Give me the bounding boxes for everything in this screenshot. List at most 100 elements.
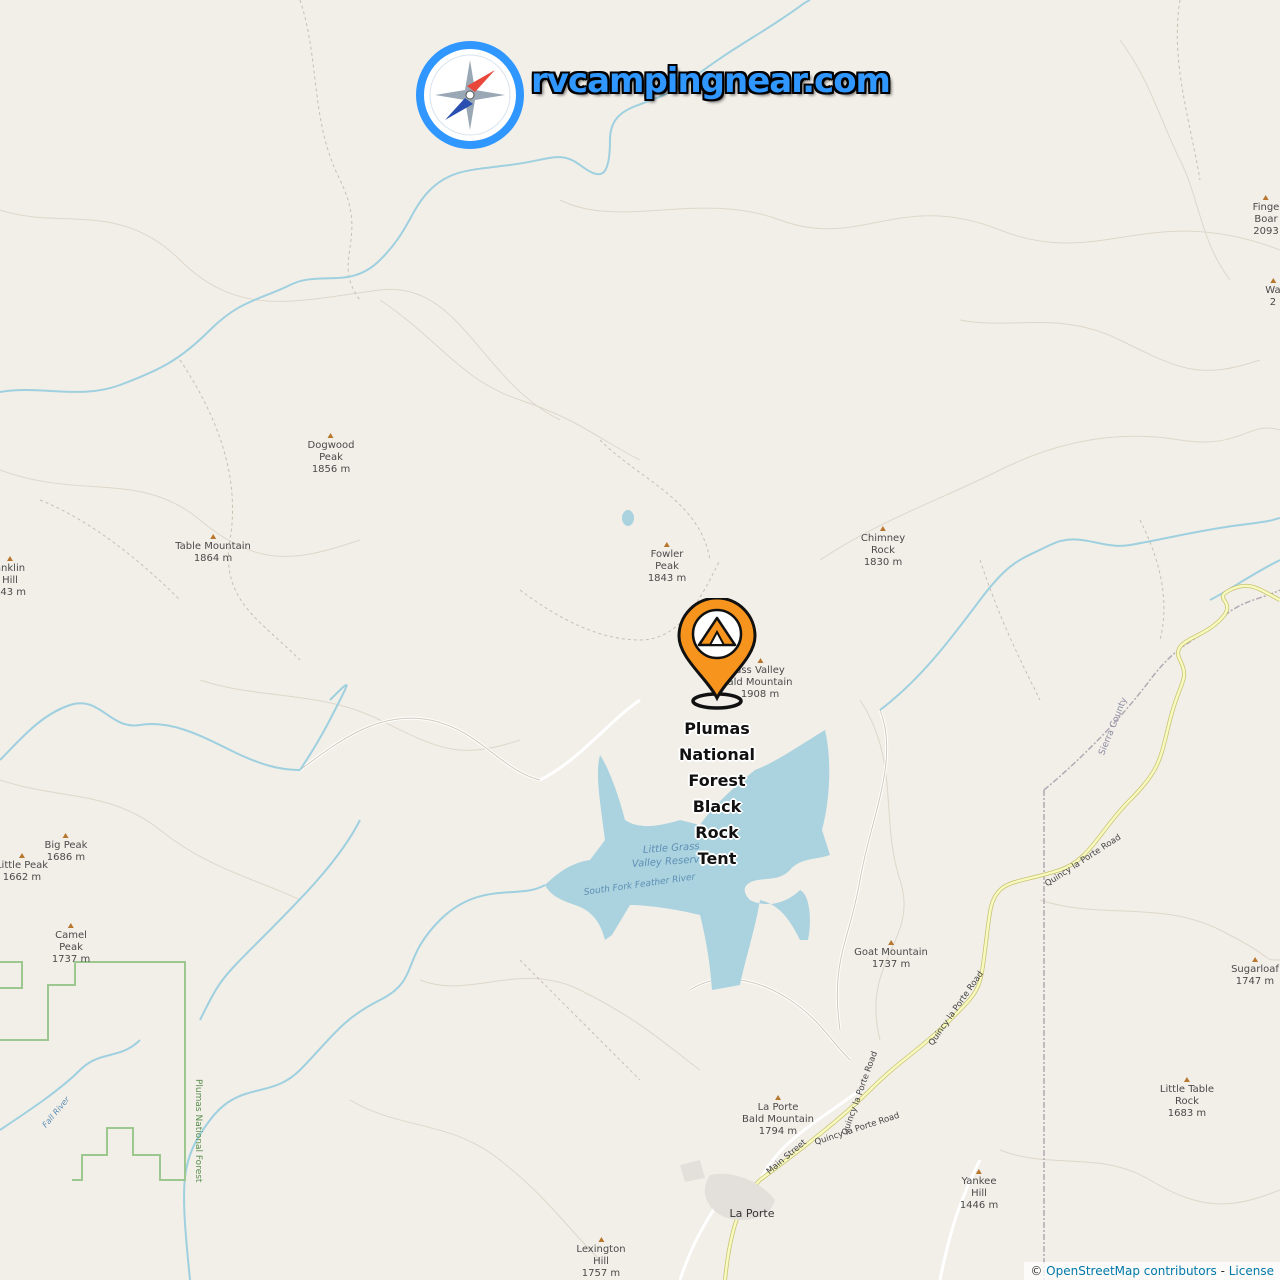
town-label-la-porte: La Porte (729, 1207, 775, 1220)
peak-triangle-icon (62, 833, 69, 838)
peak-label-line: Big Peak (44, 840, 88, 851)
peak-label-line: Chimney (860, 533, 906, 544)
peak-label-line: Hill (593, 1256, 609, 1267)
campsite-label-word: Plumas (684, 719, 750, 738)
peak-lexington-hill: Lexington Hill 1757 m (576, 1237, 626, 1280)
peak-label-line: Rock (1175, 1096, 1199, 1107)
peak-franklin-hill: anklinHill743 m (0, 556, 26, 599)
peak-triangle-icon (597, 1237, 604, 1242)
peak-table-mountain: Table Mountain 1864 m (175, 534, 251, 565)
peak-label-line: La Porte (757, 1102, 799, 1113)
campsite-label-word: Black (692, 797, 742, 816)
peak-triangle-icon (888, 940, 894, 945)
peak-label-line: 1683 m (1167, 1108, 1207, 1119)
peak-triangle-icon (68, 923, 74, 928)
peak-label-line: 2093 (1253, 226, 1279, 237)
peak-label-line: 1757 m (581, 1268, 621, 1279)
peak-la-porte-bald-mountain: La Porte Bald Mountain 1794 m (742, 1095, 814, 1138)
terrain-contours (0, 39, 1280, 1261)
peak-triangle-icon (774, 1095, 781, 1100)
minor-roads (299, 698, 982, 1280)
campsite-label-word: Tent (697, 849, 737, 868)
peak-big-peak: Big Peak 1686 m (44, 833, 88, 864)
peak-label-line: Sugarloaf (1231, 964, 1279, 975)
peak-label-line: Wa (1265, 285, 1280, 296)
forest-boundary (0, 961, 186, 1181)
osm-contributors-link[interactable]: OpenStreetMap contributors (1046, 1264, 1217, 1278)
peak-little-peak: Little Peak 1662 m (0, 853, 48, 884)
peak-label-line: anklin (0, 563, 26, 574)
peak-triangle-icon (6, 556, 13, 561)
peak-label-line: Hill (2, 575, 18, 586)
license-link[interactable]: License (1229, 1264, 1274, 1278)
compass-icon (416, 41, 524, 149)
peak-label-line: Finge (1252, 202, 1280, 213)
peak-label-line: 1747 m (1235, 976, 1275, 987)
attribution-separator: - (1216, 1264, 1229, 1278)
peak-sugarloaf: Sugarloaf 1747 m (1231, 957, 1279, 988)
tent-pin-icon (677, 596, 757, 710)
peak-label-line: 1737 m (51, 954, 91, 965)
peak-label-line: Goat Mountain (854, 947, 928, 958)
peak-label-line: Yankee (961, 1176, 997, 1187)
peak-label-line: Hill (971, 1188, 987, 1199)
peak-label-line: 1830 m (863, 557, 903, 568)
forest-boundary-label: Plumas National Forest (193, 1079, 203, 1183)
peak-camel-peak: Camel Peak 1737 m (52, 923, 90, 966)
peak-label-line: 1446 m (959, 1200, 999, 1211)
peak-triangle-icon (757, 658, 763, 663)
peak-triangle-icon (328, 433, 334, 438)
map-attribution: © OpenStreetMap contributors - License (1024, 1262, 1280, 1280)
peak-label-line: Boar (1254, 214, 1278, 225)
peak-label-line: 1737 m (871, 959, 911, 970)
peak-label-line: Rock (871, 545, 895, 556)
peak-label-line: Peak (59, 942, 83, 953)
peak-label-line: 1662 m (2, 872, 42, 883)
peak-label-line: Dogwood (307, 440, 355, 451)
peak-fowler-peak: Fowler Peak 1843 m (648, 542, 686, 585)
peak-yankee-hill: Yankee Hill 1446 m (960, 1169, 998, 1212)
map-base-layer (0, 0, 1280, 1280)
campsite-label-word: Forest (688, 771, 746, 790)
peak-little-table-rock: Little Table Rock 1683 m (1160, 1077, 1214, 1120)
peak-label-line: 1843 m (647, 573, 687, 584)
brand-logo[interactable]: rvcampingnear.com (415, 40, 891, 150)
peak-triangle-icon (880, 526, 886, 531)
peak-label-line: Lexington (576, 1244, 626, 1255)
peak-triangle-icon (1183, 1077, 1190, 1082)
peak-label-line: Fowler (650, 549, 684, 560)
peak-label-line: 1864 m (193, 553, 233, 564)
peak-label-line: Camel (55, 930, 87, 941)
peak-triangle-icon (210, 534, 216, 539)
peak-goat-mountain: Goat Mountain 1737 m (854, 940, 928, 971)
peak-label-line: 1856 m (311, 464, 351, 475)
peak-triangle-icon (1269, 278, 1276, 283)
campsite-label-word: Rock (695, 823, 739, 842)
peak-label-line: Little Table (1159, 1084, 1215, 1095)
peak-label-line: 2 (1269, 297, 1277, 308)
peak-label-line: 743 m (0, 587, 27, 598)
peak-label-line: Peak (655, 561, 679, 572)
brand-name: rvcampingnear.com (531, 61, 891, 101)
peak-triangle-icon (976, 1169, 982, 1174)
peak-finger-board: Finge Boar 2093 (1252, 195, 1280, 238)
peak-triangle-icon (1262, 195, 1269, 200)
map-canvas[interactable]: DogwoodPeak1856 mTable Mountain1864 mank… (0, 0, 1280, 1280)
peak-triangle-icon (18, 853, 25, 858)
peak-label-line: Little Peak (0, 860, 49, 871)
peak-label-line: Table Mountain (175, 541, 251, 552)
county-boundary (1043, 589, 1280, 1280)
campsite-label-word: National (679, 745, 755, 764)
peak-triangle-icon (1251, 957, 1258, 962)
campsite-label[interactable]: Plumas National Forest Black Rock Tent (662, 716, 772, 872)
small-lake (622, 510, 634, 526)
peak-dogwood-peak: Dogwood Peak 1856 m (307, 433, 355, 476)
peak-triangle-icon (664, 542, 670, 547)
attribution-prefix: © (1030, 1264, 1047, 1278)
peak-label-line: Peak (319, 452, 343, 463)
peak-label-line: 1686 m (46, 852, 86, 863)
peak-chimney-rock: Chimney Rock 1830 m (861, 526, 905, 569)
peak-wa: Wa 2 (1265, 278, 1280, 309)
peak-label-line: 1794 m (758, 1126, 798, 1137)
campsite-marker[interactable] (677, 596, 757, 717)
